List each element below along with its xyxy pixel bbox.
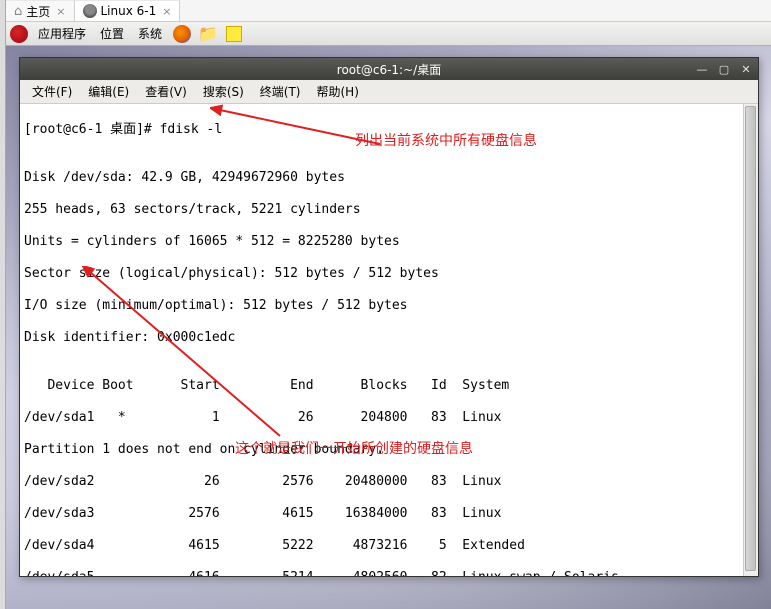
redhat-icon[interactable] <box>10 25 28 43</box>
panel-applications[interactable]: 应用程序 <box>34 23 90 44</box>
table-header: Device Boot Start End Blocks Id System <box>24 378 754 394</box>
menu-edit[interactable]: 编辑(E) <box>80 80 137 103</box>
table-row: /dev/sda4 4615 5222 4873216 5 Extended <box>24 538 754 554</box>
titlebar[interactable]: root@c6-1:~/桌面 — ▢ ✕ <box>20 58 758 80</box>
menubar: 文件(F) 编辑(E) 查看(V) 搜索(S) 终端(T) 帮助(H) <box>20 80 758 104</box>
vm-icon <box>83 4 97 18</box>
table-row: /dev/sda2 26 2576 20480000 83 Linux <box>24 474 754 490</box>
tab-label: 主页 <box>26 3 50 20</box>
output-line: 255 heads, 63 sectors/track, 5221 cylind… <box>24 202 754 218</box>
menu-terminal[interactable]: 终端(T) <box>252 80 309 103</box>
table-row: /dev/sda5 4616 5214 4802560 82 Linux swa… <box>24 570 754 576</box>
file-manager-icon[interactable]: 📁 <box>198 24 218 44</box>
close-button[interactable]: ✕ <box>738 62 754 76</box>
menu-help[interactable]: 帮助(H) <box>309 80 367 103</box>
firefox-icon[interactable] <box>172 24 192 44</box>
table-row: /dev/sda3 2576 4615 16384000 83 Linux <box>24 506 754 522</box>
output-line: Sector size (logical/physical): 512 byte… <box>24 266 754 282</box>
table-row: /dev/sda1 * 1 26 204800 83 Linux <box>24 410 754 426</box>
scrollbar-thumb[interactable] <box>745 106 756 571</box>
output-line: I/O size (minimum/optimal): 512 bytes / … <box>24 298 754 314</box>
menu-search[interactable]: 搜索(S) <box>195 80 252 103</box>
tab-label: Linux 6-1 <box>101 4 157 18</box>
menu-file[interactable]: 文件(F) <box>24 80 80 103</box>
maximize-button[interactable]: ▢ <box>716 62 732 76</box>
gnome-panel: 应用程序 位置 系统 📁 <box>6 22 771 46</box>
minimize-button[interactable]: — <box>694 62 710 76</box>
tab-bar: ⌂ 主页 × Linux 6-1 × <box>6 0 771 22</box>
tab-home[interactable]: ⌂ 主页 × <box>6 0 75 21</box>
prompt-line: [root@c6-1 桌面]# fdisk -l <box>24 122 754 138</box>
home-icon: ⌂ <box>14 4 22 19</box>
left-sidebar <box>0 0 6 609</box>
tab-linux[interactable]: Linux 6-1 × <box>75 0 181 21</box>
panel-system[interactable]: 系统 <box>134 23 166 44</box>
window-title: root@c6-1:~/桌面 <box>337 61 441 78</box>
output-line: Disk /dev/sda: 42.9 GB, 42949672960 byte… <box>24 170 754 186</box>
notes-icon[interactable] <box>224 24 244 44</box>
close-icon[interactable]: × <box>56 5 65 18</box>
terminal-body[interactable]: [root@c6-1 桌面]# fdisk -l Disk /dev/sda: … <box>20 104 758 576</box>
terminal-window: root@c6-1:~/桌面 — ▢ ✕ 文件(F) 编辑(E) 查看(V) 搜… <box>19 57 759 577</box>
panel-places[interactable]: 位置 <box>96 23 128 44</box>
output-line: Partition 1 does not end on cylinder bou… <box>24 442 754 458</box>
close-icon[interactable]: × <box>162 5 171 18</box>
output-line: Units = cylinders of 16065 * 512 = 82252… <box>24 234 754 250</box>
output-line: Disk identifier: 0x000c1edc <box>24 330 754 346</box>
menu-view[interactable]: 查看(V) <box>137 80 195 103</box>
